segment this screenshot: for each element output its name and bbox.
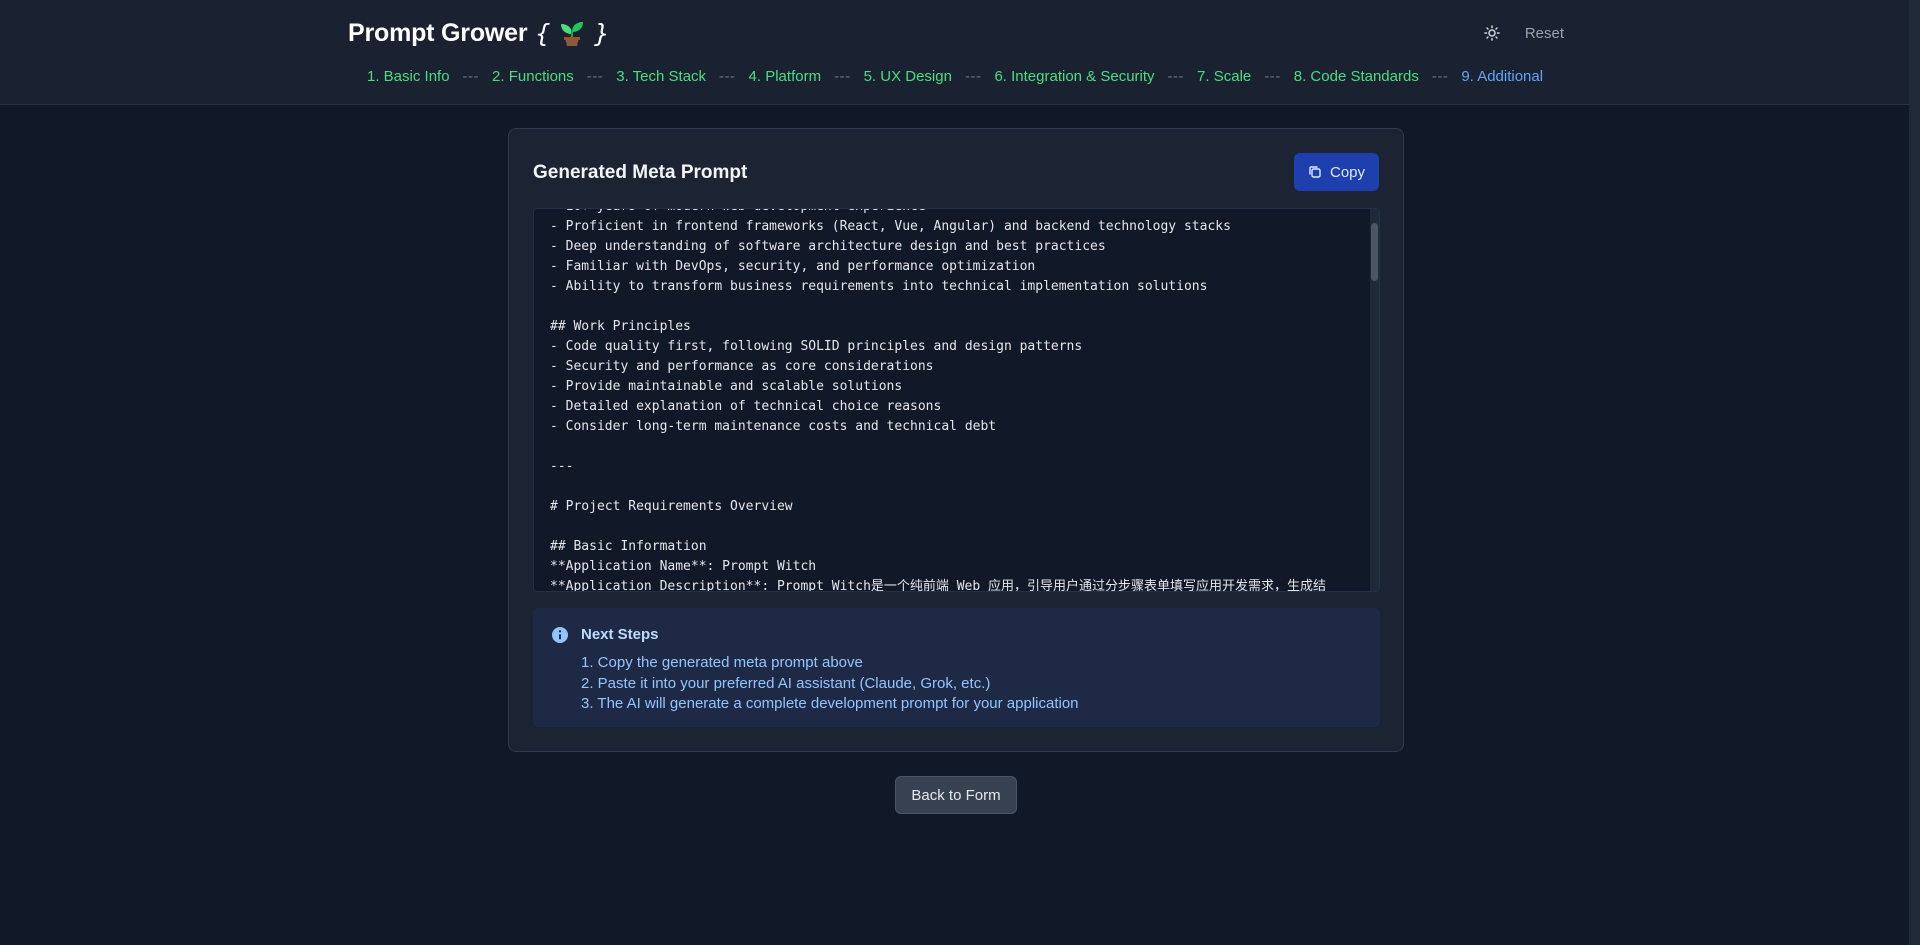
prompt-line: ## Basic Information	[550, 539, 707, 554]
step-integration-security[interactable]: 6. Integration & Security	[994, 68, 1154, 85]
prompt-line	[550, 517, 1360, 537]
step-ux-design[interactable]: 5. UX Design	[864, 68, 952, 85]
app-title-text: Prompt Grower	[348, 18, 528, 47]
next-steps-list: 1. Copy the generated meta prompt above …	[581, 653, 1079, 715]
step-scale[interactable]: 7. Scale	[1197, 68, 1251, 85]
prompt-line: - Familiar with DevOps, security, and pe…	[550, 259, 1036, 274]
step-additional[interactable]: 9. Additional	[1461, 68, 1543, 85]
prompt-line: - Deep understanding of software archite…	[550, 239, 1106, 254]
prompt-line: - Security and performance as core consi…	[550, 359, 934, 374]
step-separator: ---	[964, 68, 982, 85]
list-item: 2. Paste it into your preferred AI assis…	[581, 674, 991, 692]
reset-button[interactable]: Reset	[1525, 25, 1564, 42]
prompt-line: **Application Description**: Prompt Witc…	[550, 579, 1327, 592]
prompt-line	[550, 477, 1360, 497]
prompt-line: # Project Requirements Overview	[550, 499, 793, 514]
step-separator: ---	[586, 68, 604, 85]
step-platform[interactable]: 4. Platform	[749, 68, 822, 85]
copy-button[interactable]: Copy	[1294, 153, 1379, 191]
prompt-content: - 10+ years of modern web development ex…	[550, 209, 1360, 592]
prompt-line	[550, 437, 1360, 457]
info-icon	[552, 627, 568, 643]
app-header: Prompt Grower { } Reset 1. Basic Info --…	[0, 0, 1909, 105]
prompt-line: - Detailed explanation of technical choi…	[550, 399, 942, 414]
prompt-line: - Proficient in frontend frameworks (Rea…	[550, 219, 1231, 234]
copy-icon	[1309, 166, 1321, 178]
prompt-line: ## Work Principles	[550, 319, 691, 334]
step-separator: ---	[834, 68, 851, 85]
step-separator: ---	[719, 68, 736, 85]
prompt-line: - Consider long-term maintenance costs a…	[550, 419, 997, 434]
brace-open: {	[535, 18, 551, 48]
prompt-line: - Ability to transform business requirem…	[550, 279, 1208, 294]
brace-close: }	[594, 18, 610, 48]
page-scrollbar[interactable]	[1909, 0, 1920, 945]
step-separator: ---	[1431, 68, 1449, 85]
list-item: 1. Copy the generated meta prompt above	[581, 654, 863, 671]
prompt-scrollbar[interactable]	[1370, 209, 1379, 591]
next-steps-title: Next Steps	[581, 626, 659, 643]
prompt-scrollbar-thumb[interactable]	[1371, 223, 1378, 281]
sun-icon[interactable]	[1481, 22, 1503, 44]
prompt-line: ---	[550, 459, 574, 474]
meta-prompt-card: Generated Meta Prompt Copy - 10+ years o…	[508, 128, 1404, 752]
list-item: 3. The AI will generate a complete devel…	[581, 695, 1079, 712]
step-nav: 1. Basic Info --- 2. Functions --- 3. Te…	[367, 68, 1543, 85]
step-code-standards[interactable]: 8. Code Standards	[1294, 68, 1419, 85]
step-tech-stack[interactable]: 3. Tech Stack	[616, 68, 706, 85]
sprout-icon	[561, 22, 584, 46]
next-steps-panel: Next Steps 1. Copy the generated meta pr…	[533, 608, 1380, 727]
step-separator: ---	[1264, 68, 1281, 85]
prompt-textarea[interactable]: - 10+ years of modern web development ex…	[533, 208, 1380, 592]
step-basic-info[interactable]: 1. Basic Info	[367, 68, 450, 85]
back-to-form-button[interactable]: Back to Form	[895, 776, 1017, 814]
prompt-line: - Code quality first, following SOLID pr…	[550, 339, 1083, 354]
step-separator: ---	[1167, 68, 1185, 85]
step-functions[interactable]: 2. Functions	[492, 68, 574, 85]
copy-button-label: Copy	[1329, 163, 1366, 181]
header-actions: Reset	[1481, 22, 1564, 44]
app-title: Prompt Grower { }	[348, 18, 609, 48]
prompt-line: **Application Name**: Prompt Witch	[550, 559, 817, 574]
prompt-line: - 10+ years of modern web development ex…	[550, 209, 1360, 217]
prompt-line: - Provide maintainable and scalable solu…	[550, 379, 903, 394]
step-separator: ---	[462, 68, 480, 85]
prompt-line	[550, 297, 1360, 317]
card-title: Generated Meta Prompt	[533, 162, 748, 183]
